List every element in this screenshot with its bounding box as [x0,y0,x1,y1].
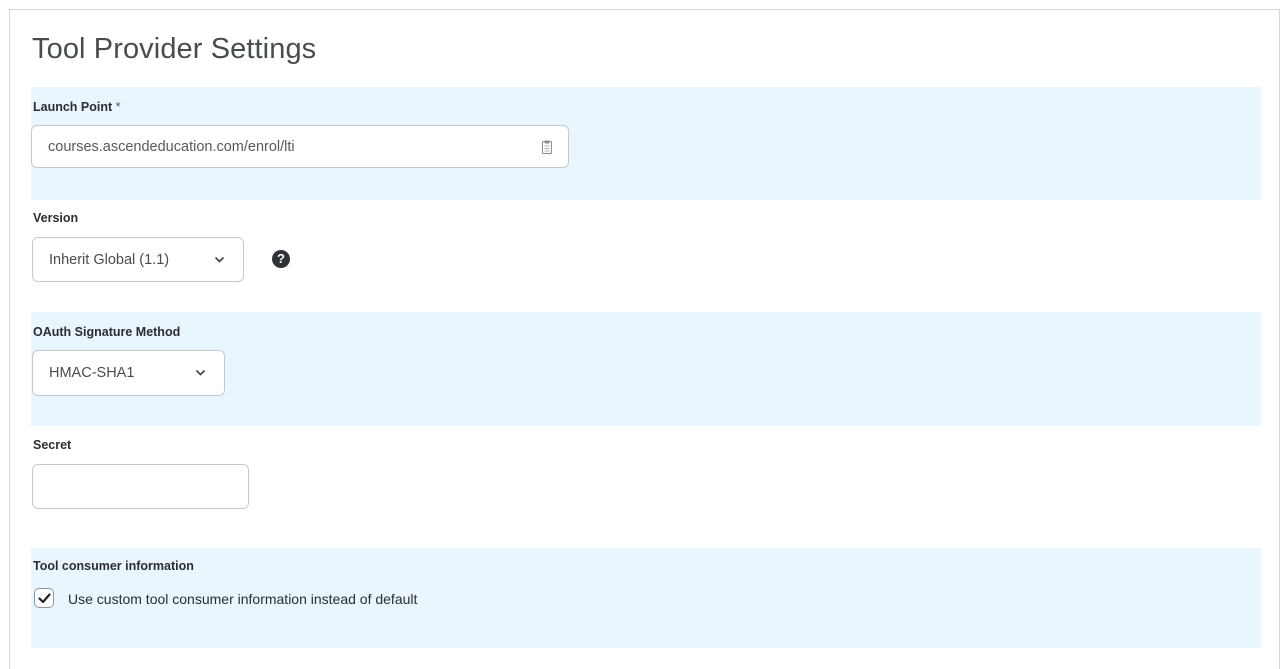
oauth-selected-value: HMAC-SHA1 [49,365,135,381]
version-label: Version [33,211,79,225]
clipboard-icon[interactable] [542,140,552,154]
oauth-label: OAuth Signature Method [33,325,181,339]
oauth-signature-select[interactable]: HMAC-SHA1 [32,350,225,396]
launch-point-input[interactable]: courses.ascendeducation.com/enrol/lti [31,125,569,168]
custom-tool-consumer-label[interactable]: Use custom tool consumer information ins… [68,591,417,607]
secret-section: Secret [31,426,1261,548]
tool-consumer-label: Tool consumer information [33,559,194,573]
launch-point-label: Launch Point * [33,100,121,114]
required-marker: * [115,100,121,114]
secret-input[interactable] [32,464,249,509]
version-select[interactable]: Inherit Global (1.1) [32,237,244,282]
tool-consumer-section: Tool consumer information Use custom too… [31,548,1261,648]
version-selected-value: Inherit Global (1.1) [49,251,170,268]
chevron-down-icon [214,256,225,263]
launch-point-value: courses.ascendeducation.com/enrol/lti [48,138,295,155]
secret-label: Secret [33,438,72,452]
chevron-down-icon [195,369,206,376]
help-icon[interactable]: ? [272,250,290,268]
checkmark-icon [38,593,51,604]
oauth-section: OAuth Signature Method HMAC-SHA1 [31,312,1261,426]
page-title: Tool Provider Settings [32,33,317,65]
custom-tool-consumer-checkbox[interactable] [34,588,54,608]
launch-point-section: Launch Point * courses.ascendeducation.c… [31,87,1261,200]
version-section: Version Inherit Global (1.1) ? [31,200,1261,312]
